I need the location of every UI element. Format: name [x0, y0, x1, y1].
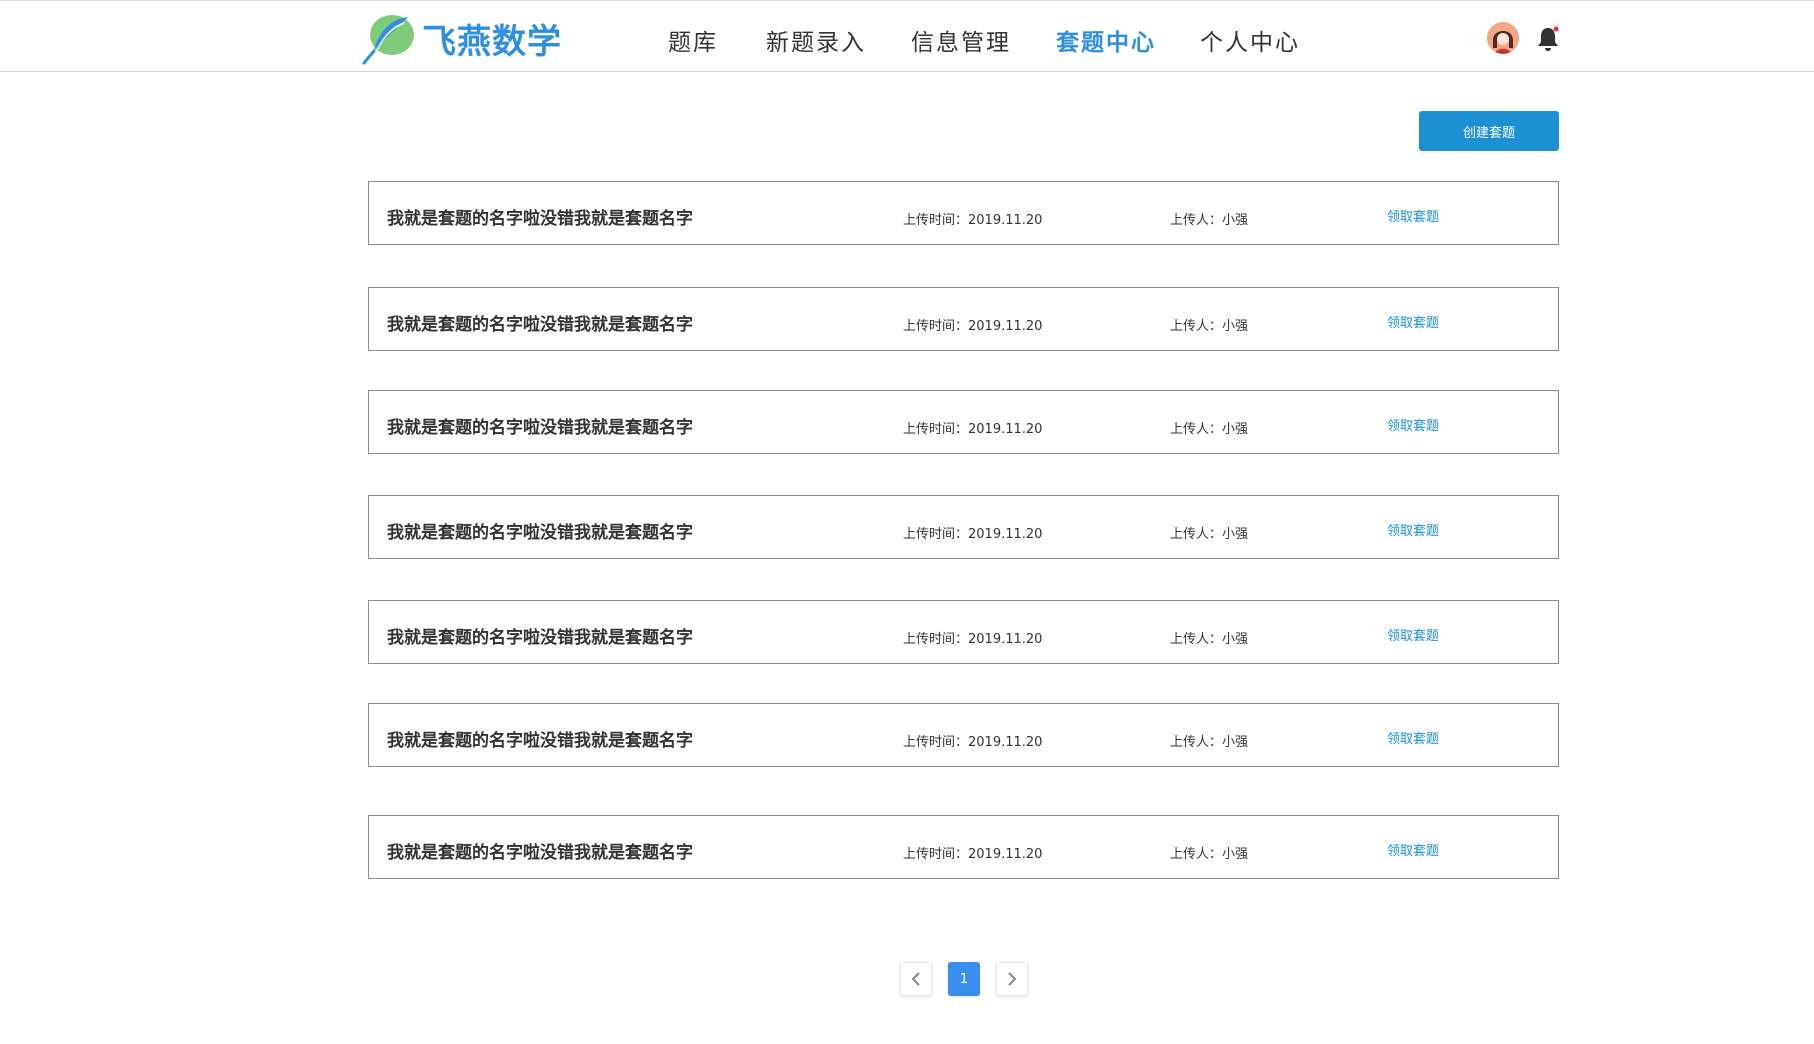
set-name: 我就是套题的名字啦没错我就是套题名字 — [387, 628, 693, 648]
uploader: 上传人：小强 — [1170, 632, 1249, 647]
set-row: 我就是套题的名字啦没错我就是套题名字 上传时间：2019.11.20 上传人：小… — [368, 390, 1559, 454]
set-name: 我就是套题的名字啦没错我就是套题名字 — [387, 418, 693, 438]
set-row: 我就是套题的名字啦没错我就是套题名字 上传时间：2019.11.20 上传人：小… — [368, 287, 1559, 351]
bell-icon — [1538, 26, 1559, 51]
claim-set-link[interactable]: 领取套题 — [1387, 312, 1439, 331]
nav-item-set-center[interactable]: 套题中心 — [1056, 23, 1156, 57]
prev-page-button[interactable] — [900, 962, 932, 996]
uploader: 上传人：小强 — [1170, 527, 1249, 542]
upload-time: 上传时间：2019.11.20 — [903, 527, 1043, 542]
claim-set-link[interactable]: 领取套题 — [1387, 840, 1439, 859]
upload-time: 上传时间：2019.11.20 — [903, 735, 1043, 750]
avatar[interactable] — [1487, 22, 1519, 54]
claim-set-link[interactable]: 领取套题 — [1387, 625, 1439, 644]
set-name: 我就是套题的名字啦没错我就是套题名字 — [387, 315, 693, 335]
logo[interactable]: 飞燕数学 — [360, 11, 562, 65]
nav-item-question-bank[interactable]: 题库 — [668, 23, 718, 57]
set-row: 我就是套题的名字啦没错我就是套题名字 上传时间：2019.11.20 上传人：小… — [368, 815, 1559, 879]
create-set-button[interactable]: 创建套题 — [1419, 111, 1559, 151]
set-row: 我就是套题的名字啦没错我就是套题名字 上传时间：2019.11.20 上传人：小… — [368, 600, 1559, 664]
nav-item-new-entry[interactable]: 新题录入 — [766, 23, 866, 57]
set-row: 我就是套题的名字啦没错我就是套题名字 上传时间：2019.11.20 上传人：小… — [368, 181, 1559, 245]
nav-item-personal-center[interactable]: 个人中心 — [1200, 23, 1300, 57]
top-navigation-bar: 飞燕数学 题库 新题录入 信息管理 套题中心 个人中心 — [0, 0, 1814, 72]
upload-time: 上传时间：2019.11.20 — [903, 319, 1043, 334]
next-page-button[interactable] — [996, 962, 1028, 996]
uploader: 上传人：小强 — [1170, 319, 1249, 334]
upload-time: 上传时间：2019.11.20 — [903, 847, 1043, 862]
logo-text: 飞燕数学 — [422, 21, 562, 62]
set-name: 我就是套题的名字啦没错我就是套题名字 — [387, 523, 693, 543]
set-name: 我就是套题的名字啦没错我就是套题名字 — [387, 209, 693, 229]
uploader: 上传人：小强 — [1170, 847, 1249, 862]
set-row: 我就是套题的名字啦没错我就是套题名字 上传时间：2019.11.20 上传人：小… — [368, 703, 1559, 767]
set-name: 我就是套题的名字啦没错我就是套题名字 — [387, 731, 693, 751]
claim-set-link[interactable]: 领取套题 — [1387, 520, 1439, 539]
upload-time: 上传时间：2019.11.20 — [903, 422, 1043, 437]
nav-item-info-management[interactable]: 信息管理 — [911, 23, 1011, 57]
notification-bell[interactable] — [1536, 25, 1560, 53]
claim-set-link[interactable]: 领取套题 — [1387, 415, 1439, 434]
uploader: 上传人：小强 — [1170, 735, 1249, 750]
uploader: 上传人：小强 — [1170, 422, 1249, 437]
feather-logo-icon — [362, 15, 414, 65]
page-number-button[interactable]: 1 — [948, 962, 980, 996]
set-name: 我就是套题的名字啦没错我就是套题名字 — [387, 843, 693, 863]
claim-set-link[interactable]: 领取套题 — [1387, 728, 1439, 747]
set-row: 我就是套题的名字啦没错我就是套题名字 上传时间：2019.11.20 上传人：小… — [368, 495, 1559, 559]
upload-time: 上传时间：2019.11.20 — [903, 213, 1043, 228]
upload-time: 上传时间：2019.11.20 — [903, 632, 1043, 647]
claim-set-link[interactable]: 领取套题 — [1387, 206, 1439, 225]
uploader: 上传人：小强 — [1170, 213, 1249, 228]
chevron-right-icon — [1008, 972, 1017, 986]
chevron-left-icon — [911, 972, 920, 986]
user-avatar-icon — [1487, 22, 1519, 54]
